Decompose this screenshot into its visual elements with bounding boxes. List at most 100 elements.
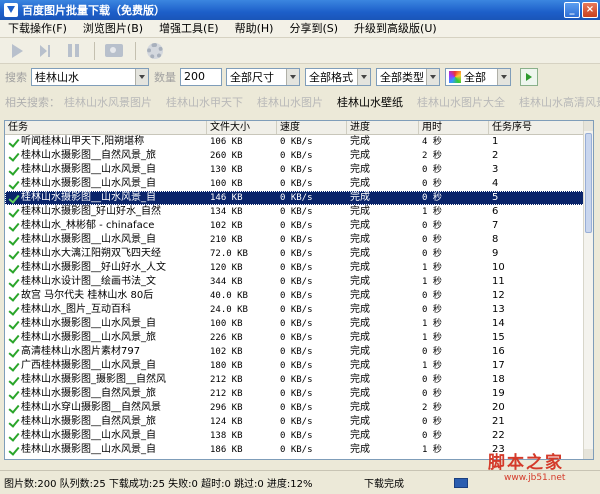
cell-size: 24.0 KB	[210, 305, 248, 315]
related-tag[interactable]: 桂林山水甲天下	[166, 94, 243, 110]
cell-task: 桂林山水大漓江阳朔双飞四天经	[5, 247, 207, 261]
check-icon	[8, 417, 19, 428]
col-speed[interactable]: 速度	[277, 121, 347, 134]
menu-share[interactable]: 分享到(S)	[281, 20, 346, 38]
grid-body: 听闻桂林山甲天下,阳朔堪称 106 KB 0 KB/s 完成 4 秒 1 桂林山水摄影图__…	[5, 135, 593, 457]
col-progress[interactable]: 进度	[347, 121, 419, 134]
chevron-down-icon[interactable]	[357, 69, 370, 85]
task-name: 桂林山水大漓江阳朔双飞四天经	[21, 248, 161, 259]
cell-progress: 完成	[350, 332, 370, 343]
table-row[interactable]: 桂林山水摄影图_好山好水_自然 134 KB 0 KB/s 完成 1 秒 6	[5, 205, 593, 219]
cell-speed: 0 KB/s	[280, 417, 313, 427]
search-go-button[interactable]	[520, 68, 538, 86]
count-input[interactable]: 200	[180, 68, 222, 86]
table-row[interactable]: 桂林山水摄影图__山水风景_自 100 KB 0 KB/s 完成 0 秒 4	[5, 177, 593, 191]
task-name: 桂林山水摄影图__山水风景_自	[21, 234, 156, 245]
table-row[interactable]: 桂林山水摄影图__自然风景_旅 212 KB 0 KB/s 完成 0 秒 19	[5, 387, 593, 401]
cell-size: 212 KB	[210, 389, 243, 399]
cell-index: 15	[492, 332, 505, 343]
cell-index: 10	[492, 262, 505, 273]
table-row[interactable]: 桂林山水摄影图__山水风景_自 210 KB 0 KB/s 完成 0 秒 8	[5, 233, 593, 247]
cell-speed: 0 KB/s	[280, 207, 313, 217]
table-row[interactable]: 桂林山水摄影图__山水风景_自 100 KB 0 KB/s 完成 1 秒 14	[5, 317, 593, 331]
pause-button[interactable]	[60, 40, 86, 62]
table-row[interactable]: 桂林山水摄影图__山水风景_自 130 KB 0 KB/s 完成 0 秒 3	[5, 163, 593, 177]
minimize-button[interactable]: _	[564, 2, 580, 18]
menu-browse[interactable]: 浏览图片(B)	[75, 20, 151, 38]
col-task[interactable]: 任务	[5, 121, 207, 134]
cell-progress: 完成	[350, 444, 370, 455]
play-icon	[11, 43, 23, 58]
start-button[interactable]	[4, 40, 30, 62]
col-index[interactable]: 任务序号	[489, 121, 593, 134]
search-bar: 搜索 桂林山水 数量 200 全部尺寸 全部格式 全部类型 全部	[0, 64, 600, 90]
task-name: 高清桂林山水图片素材797	[21, 346, 141, 357]
related-tag[interactable]: 桂林山水图片大全	[417, 94, 505, 110]
settings-button[interactable]	[142, 40, 168, 62]
next-button[interactable]	[32, 40, 58, 62]
table-row[interactable]: 高清桂林山水图片素材797 102 KB 0 KB/s 完成 0 秒 16	[5, 345, 593, 359]
related-label: 相关搜索：	[5, 96, 60, 109]
close-button[interactable]: ×	[582, 2, 598, 18]
check-icon	[8, 249, 19, 260]
status-done: 下载完成	[364, 479, 404, 490]
menu-help[interactable]: 帮助(H)	[227, 20, 282, 38]
table-row[interactable]: 桂林山水摄影图__山水风景_自 146 KB 0 KB/s 完成 0 秒 5	[5, 191, 593, 205]
table-row[interactable]: 桂林山水摄影图__自然风景_旅 124 KB 0 KB/s 完成 0 秒 21	[5, 415, 593, 429]
table-row[interactable]: 桂林山水摄影图__山水风景_自 138 KB 0 KB/s 完成 0 秒 22	[5, 429, 593, 443]
table-row[interactable]: 桂林山水摄影图_摄影图__自然风 212 KB 0 KB/s 完成 0 秒 18	[5, 373, 593, 387]
menu-upgrade[interactable]: 升级到高级版(U)	[346, 20, 445, 38]
type-select[interactable]: 全部类型	[376, 68, 440, 86]
format-value: 全部格式	[309, 71, 353, 84]
capture-button[interactable]	[101, 40, 127, 62]
cell-index: 3	[492, 164, 499, 175]
color-value: 全部	[464, 71, 486, 84]
chevron-down-icon[interactable]	[135, 69, 148, 85]
size-value: 全部尺寸	[230, 71, 274, 84]
related-tag[interactable]: 桂林山水高清风景图	[519, 94, 600, 110]
table-row[interactable]: 广西桂林摄影图__山水风景_自 180 KB 0 KB/s 完成 1 秒 17	[5, 359, 593, 373]
table-row[interactable]: 桂林山水设计图__绘画书法_文 344 KB 0 KB/s 完成 1 秒 11	[5, 275, 593, 289]
table-row[interactable]: 桂林山水_林彬郁 - chinaface 102 KB 0 KB/s 完成 0 秒 7	[5, 219, 593, 233]
table-row[interactable]: 桂林山水_图片_互动百科 24.0 KB 0 KB/s 完成 0 秒 13	[5, 303, 593, 317]
table-row[interactable]: 桂林山水摄影图__好山好水_人文 120 KB 0 KB/s 完成 1 秒 10	[5, 261, 593, 275]
table-row[interactable]: 桂林山水摄影图__山水风景_旅 226 KB 0 KB/s 完成 1 秒 15	[5, 331, 593, 345]
cell-progress: 完成	[350, 318, 370, 329]
grid-header: 任务 文件大小 速度 进度 用时 任务序号	[5, 121, 593, 135]
table-row[interactable]: 故宫 马尔代夫 桂林山水 80后 40.0 KB 0 KB/s 完成 0 秒 12	[5, 289, 593, 303]
task-name: 桂林山水_图片_互动百科	[21, 304, 131, 315]
vertical-scrollbar[interactable]	[583, 121, 593, 459]
cell-size: 134 KB	[210, 207, 243, 217]
color-select[interactable]: 全部	[445, 68, 511, 86]
keyword-combo[interactable]: 桂林山水	[31, 68, 149, 86]
related-tag[interactable]: 桂林山水图片	[257, 94, 323, 110]
cell-task: 桂林山水摄影图__山水风景_自	[5, 429, 207, 443]
cell-index: 2	[492, 150, 499, 161]
table-row[interactable]: 听闻桂林山甲天下,阳朔堪称 106 KB 0 KB/s 完成 4 秒 1	[5, 135, 593, 149]
chevron-down-icon[interactable]	[497, 69, 510, 85]
cell-index: 5	[492, 192, 499, 203]
format-select[interactable]: 全部格式	[305, 68, 371, 86]
col-time[interactable]: 用时	[419, 121, 489, 134]
table-row[interactable]: 桂林山水穿山摄影图__自然风景 296 KB 0 KB/s 完成 2 秒 20	[5, 401, 593, 415]
check-icon	[8, 403, 19, 414]
menu-tools[interactable]: 增强工具(E)	[151, 20, 227, 38]
chevron-down-icon[interactable]	[426, 69, 439, 85]
cell-time: 0 秒	[422, 235, 442, 245]
related-tag[interactable]: 桂林山水风景图片	[64, 94, 152, 110]
cell-task: 桂林山水设计图__绘画书法_文	[5, 275, 207, 289]
menu-download[interactable]: 下载操作(F)	[0, 20, 75, 38]
related-searches: 相关搜索： 桂林山水风景图片 桂林山水甲天下 桂林山水图片 桂林山水壁纸 桂林山…	[0, 92, 600, 112]
size-select[interactable]: 全部尺寸	[226, 68, 300, 86]
cell-size: 138 KB	[210, 431, 243, 441]
table-row[interactable]: 桂林山水大漓江阳朔双飞四天经 72.0 KB 0 KB/s 完成 0 秒 9	[5, 247, 593, 261]
related-tag-active[interactable]: 桂林山水壁纸	[337, 94, 403, 110]
cell-speed: 0 KB/s	[280, 249, 313, 259]
scroll-up-button[interactable]	[584, 121, 593, 131]
table-row[interactable]: 桂林山水摄影图__自然风景_旅 260 KB 0 KB/s 完成 2 秒 2	[5, 149, 593, 163]
skip-icon	[40, 44, 50, 57]
pause-icon	[67, 44, 79, 57]
col-size[interactable]: 文件大小	[207, 121, 277, 134]
chevron-down-icon[interactable]	[286, 69, 299, 85]
scroll-thumb[interactable]	[585, 133, 592, 233]
